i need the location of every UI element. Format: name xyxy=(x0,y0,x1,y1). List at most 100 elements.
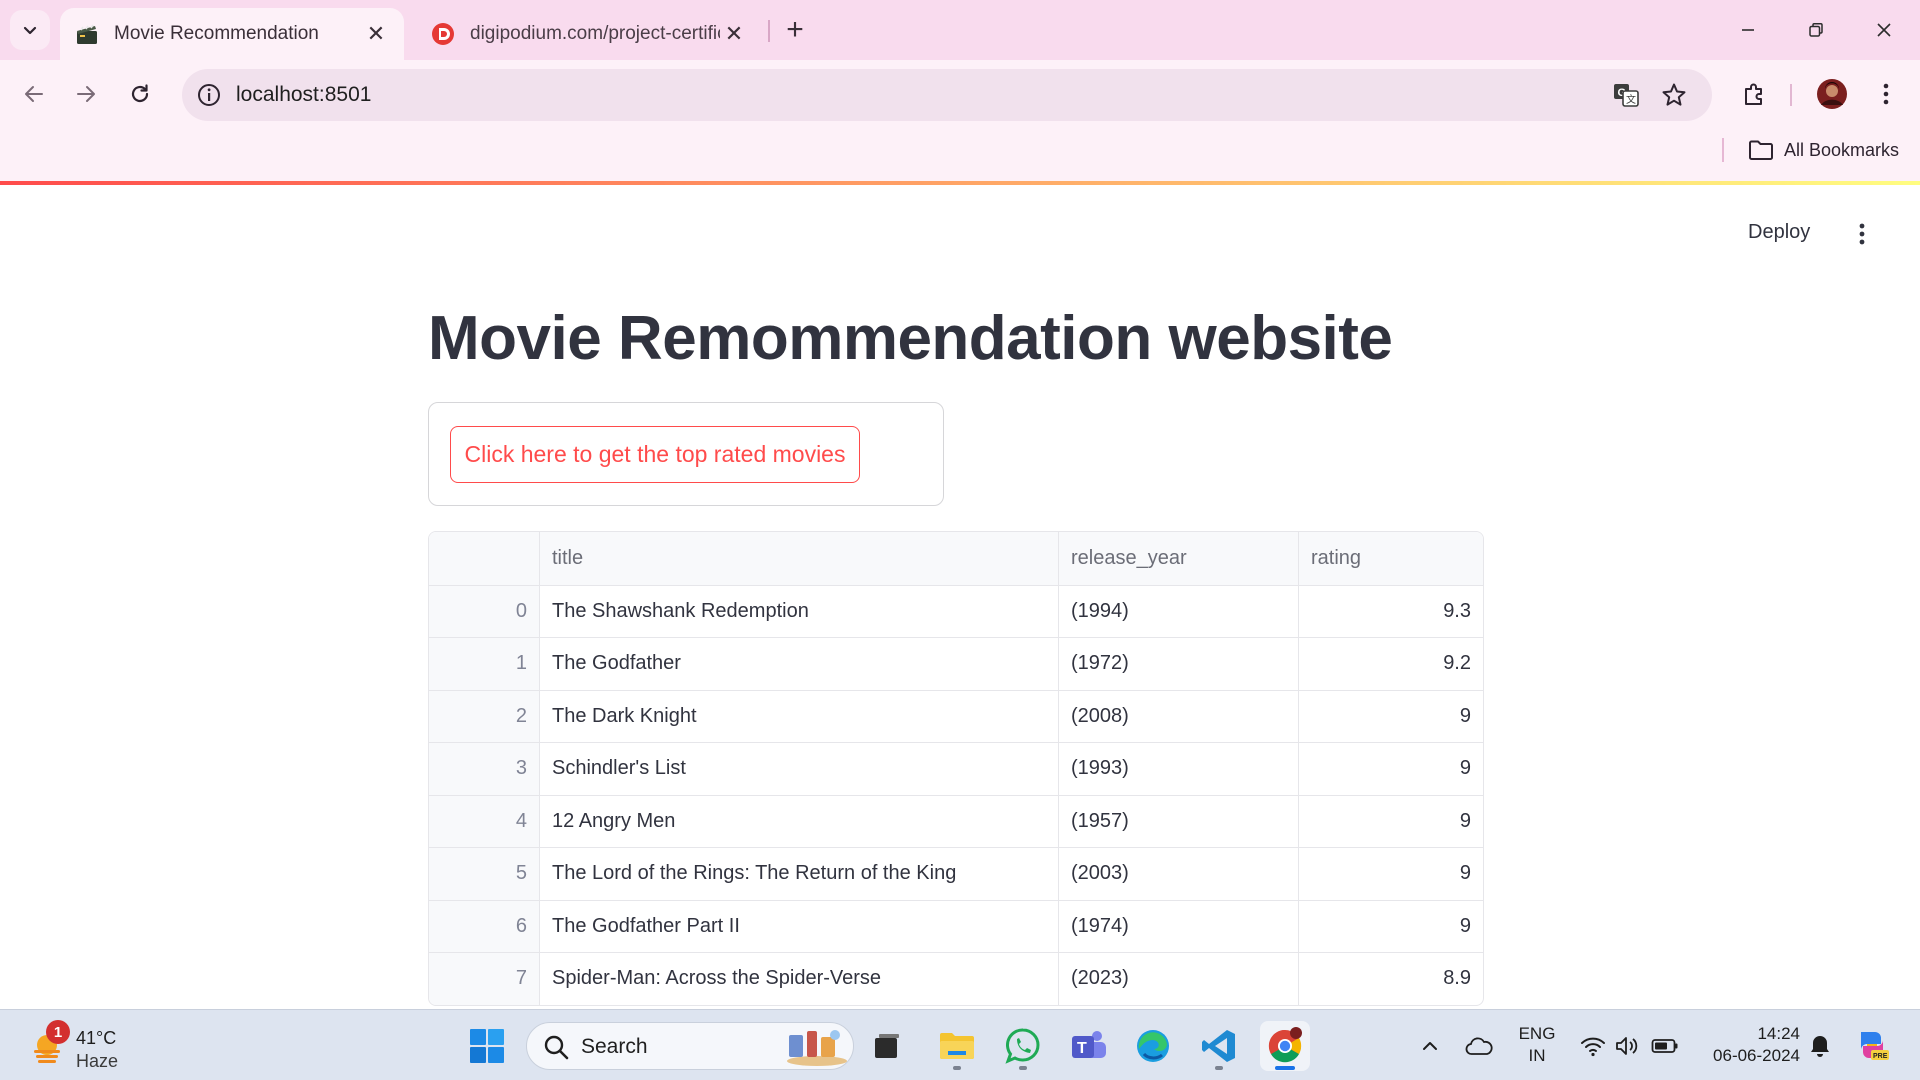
task-view-button[interactable] xyxy=(862,1021,912,1071)
tab-title: digipodium.com/project-certific xyxy=(470,23,720,44)
digipodium-icon xyxy=(430,21,456,47)
url-text: localhost:8501 xyxy=(236,83,372,106)
address-bar[interactable]: localhost:8501 G文 xyxy=(182,69,1712,121)
release-year-cell[interactable]: (1994) xyxy=(1058,585,1298,637)
edge-button[interactable] xyxy=(1128,1021,1178,1071)
table-row[interactable]: 3 Schindler's List (1993) 9 xyxy=(429,742,1483,795)
title-cell[interactable]: Schindler's List xyxy=(539,743,1058,795)
cloud-icon xyxy=(1465,1037,1493,1055)
forward-button[interactable] xyxy=(66,74,106,114)
rating-cell[interactable]: 9 xyxy=(1298,848,1483,900)
title-cell[interactable]: The Lord of the Rings: The Return of the… xyxy=(539,848,1058,900)
wifi-button[interactable] xyxy=(1578,1026,1608,1066)
release-year-cell[interactable]: (2023) xyxy=(1058,953,1298,1005)
battery-button[interactable] xyxy=(1648,1026,1682,1066)
row-index: 3 xyxy=(429,743,539,795)
rating-cell[interactable]: 9.3 xyxy=(1298,585,1483,637)
title-column-header[interactable]: title xyxy=(539,532,1058,585)
table-row[interactable]: 4 12 Angry Men (1957) 9 xyxy=(429,794,1483,847)
table-row[interactable]: 0 The Shawshank Redemption (1994) 9.3 xyxy=(429,584,1483,637)
title-cell[interactable]: Spider-Man: Across the Spider-Verse xyxy=(539,953,1058,1005)
bookmarks-bar: All Bookmarks xyxy=(0,128,1920,184)
title-cell[interactable]: The Dark Knight xyxy=(539,690,1058,742)
teams-button[interactable]: T xyxy=(1064,1021,1114,1071)
table-row[interactable]: 2 The Dark Knight (2008) 9 xyxy=(429,689,1483,742)
row-index: 1 xyxy=(429,638,539,690)
chrome-button[interactable] xyxy=(1260,1021,1310,1071)
extensions-button[interactable] xyxy=(1734,74,1774,114)
release-year-cell[interactable]: (1974) xyxy=(1058,900,1298,952)
clock[interactable]: 14:24 06-06-2024 xyxy=(1694,1023,1800,1067)
copilot-button[interactable]: PRE xyxy=(1850,1023,1894,1067)
release-year-cell[interactable]: (1972) xyxy=(1058,638,1298,690)
task-view-icon xyxy=(875,1034,899,1058)
rating-cell[interactable]: 9.2 xyxy=(1298,638,1483,690)
onedrive-button[interactable] xyxy=(1464,1026,1494,1066)
reload-button[interactable] xyxy=(120,74,160,114)
rating-column-header[interactable]: rating xyxy=(1298,532,1483,585)
release-year-cell[interactable]: (1957) xyxy=(1058,795,1298,847)
clapperboard-icon xyxy=(74,21,100,47)
close-tab-icon[interactable]: ✕ xyxy=(720,20,748,48)
minimize-icon xyxy=(1742,29,1754,31)
vscode-button[interactable] xyxy=(1194,1021,1244,1071)
volume-button[interactable] xyxy=(1612,1026,1642,1066)
close-tab-icon[interactable]: ✕ xyxy=(362,20,390,48)
back-button[interactable] xyxy=(14,74,54,114)
all-bookmarks-button[interactable]: All Bookmarks xyxy=(1748,136,1899,164)
rating-cell[interactable]: 9 xyxy=(1298,900,1483,952)
show-hidden-icons-button[interactable] xyxy=(1418,1026,1442,1066)
title-cell[interactable]: The Godfather xyxy=(539,638,1058,690)
title-cell[interactable]: 12 Angry Men xyxy=(539,795,1058,847)
release-year-column-header[interactable]: release_year xyxy=(1058,532,1298,585)
bookmark-star-button[interactable] xyxy=(1654,75,1694,115)
top-rated-button[interactable]: Click here to get the top rated movies xyxy=(450,426,860,483)
app-menu-button[interactable] xyxy=(1850,219,1874,249)
new-tab-button[interactable]: + xyxy=(778,12,812,48)
clock-date: 06-06-2024 xyxy=(1713,1046,1800,1065)
release-year-cell[interactable]: (2003) xyxy=(1058,848,1298,900)
vertical-dots-icon xyxy=(1883,83,1889,105)
deploy-button[interactable]: Deploy xyxy=(1748,221,1810,244)
language-code: ENG xyxy=(1518,1024,1556,1043)
row-index: 7 xyxy=(429,953,539,1005)
rating-cell[interactable]: 8.9 xyxy=(1298,953,1483,1005)
weather-widget[interactable]: 1 41°C Haze xyxy=(26,1020,146,1072)
taskbar-search[interactable]: Search xyxy=(526,1022,854,1070)
tab-search-button[interactable] xyxy=(10,10,50,50)
index-header xyxy=(429,532,539,585)
title-cell[interactable]: The Godfather Part II xyxy=(539,900,1058,952)
table-row[interactable]: 1 The Godfather (1972) 9.2 xyxy=(429,637,1483,690)
translate-button[interactable]: G文 xyxy=(1606,75,1646,115)
svg-text:文: 文 xyxy=(1626,93,1636,106)
vscode-icon xyxy=(1202,1030,1235,1062)
file-explorer-button[interactable] xyxy=(932,1021,982,1071)
teams-icon: T xyxy=(1072,1031,1106,1058)
table-header-row: title release_year rating xyxy=(429,532,1483,585)
chrome-menu-button[interactable] xyxy=(1866,74,1906,114)
movies-dataframe[interactable]: title release_year rating 0 The Shawshan… xyxy=(428,531,1484,1006)
whatsapp-button[interactable] xyxy=(998,1021,1048,1071)
title-cell[interactable]: The Shawshank Redemption xyxy=(539,585,1058,637)
close-window-button[interactable] xyxy=(1856,8,1912,52)
tab-movie-recommendation[interactable]: Movie Recommendation ✕ xyxy=(60,8,404,60)
table-row[interactable]: 6 The Godfather Part II (1974) 9 xyxy=(429,899,1483,952)
release-year-cell[interactable]: (2008) xyxy=(1058,690,1298,742)
input-language-indicator[interactable]: ENG IN xyxy=(1516,1023,1558,1067)
info-icon[interactable] xyxy=(196,82,222,108)
copilot-icon: PRE xyxy=(1861,1032,1889,1060)
table-row[interactable]: 7 Spider-Man: Across the Spider-Verse (2… xyxy=(429,952,1483,1005)
start-button[interactable] xyxy=(462,1021,512,1071)
tab-digipodium[interactable]: digipodium.com/project-certific ✕ xyxy=(416,8,762,60)
notifications-button[interactable] xyxy=(1806,1026,1834,1066)
minimize-button[interactable] xyxy=(1720,8,1776,52)
browser-chrome: Movie Recommendation ✕ digipodium.com/pr… xyxy=(0,0,1920,184)
rating-cell[interactable]: 9 xyxy=(1298,690,1483,742)
profile-avatar[interactable] xyxy=(1812,74,1852,114)
row-index: 5 xyxy=(429,848,539,900)
release-year-cell[interactable]: (1993) xyxy=(1058,743,1298,795)
rating-cell[interactable]: 9 xyxy=(1298,743,1483,795)
restore-button[interactable] xyxy=(1788,8,1844,52)
table-row[interactable]: 5 The Lord of the Rings: The Return of t… xyxy=(429,847,1483,900)
rating-cell[interactable]: 9 xyxy=(1298,795,1483,847)
